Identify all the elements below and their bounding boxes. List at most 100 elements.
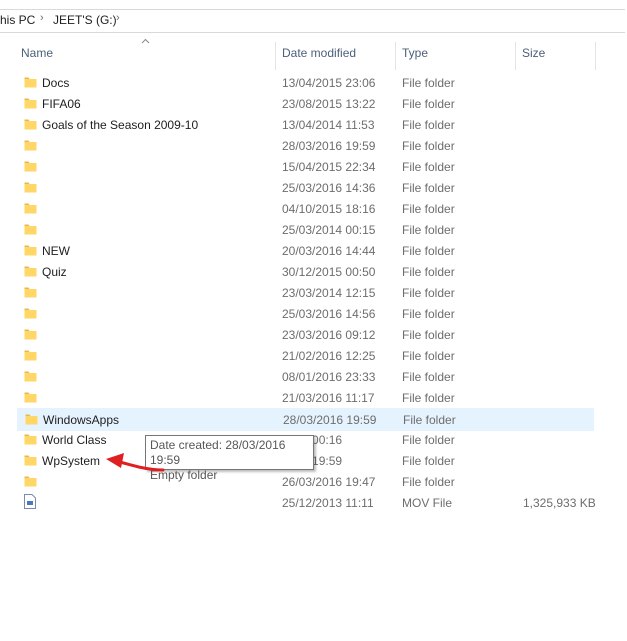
file-date-modified: 25/12/2013 11:11	[282, 496, 374, 510]
chevron-right-icon[interactable]: ›	[40, 12, 44, 24]
file-row[interactable]: FIFA06 23/08/2015 13:22 File folder	[17, 93, 592, 114]
folder-icon	[24, 203, 37, 214]
column-header-date-modified[interactable]: Date modified	[282, 46, 356, 60]
file-type: File folder	[402, 97, 455, 111]
file-date-modified: 25/03/2014 00:15	[282, 223, 376, 237]
file-name: FIFA06	[42, 97, 81, 111]
file-type: File folder	[402, 265, 455, 279]
column-header-type[interactable]: Type	[402, 46, 428, 60]
file-type: File folder	[402, 286, 455, 300]
file-date-modified: 23/08/2015 13:22	[282, 97, 376, 111]
file-type: File folder	[402, 223, 455, 237]
address-bar[interactable]: his PC › JEET'S (G:) ›	[0, 0, 627, 36]
file-name: Quiz	[42, 265, 67, 279]
red-arrow-annotation	[106, 453, 165, 472]
file-name: Docs	[42, 76, 70, 90]
file-row[interactable]: 23/03/2014 12:15 File folder	[17, 282, 592, 303]
file-name: WindowsApps	[43, 413, 120, 427]
breadcrumb-this-pc[interactable]: his PC	[0, 13, 35, 27]
file-row[interactable]: 15/04/2015 22:34 File folder	[17, 156, 592, 177]
folder-icon	[24, 308, 37, 319]
column-divider[interactable]	[515, 42, 516, 70]
file-row[interactable]: Goals of the Season 2009-10 13/04/2014 11…	[17, 114, 592, 135]
file-date-modified: 25/03/2016 14:36	[282, 181, 376, 195]
file-type: File folder	[402, 181, 455, 195]
file-date-modified: 15/04/2015 22:34	[282, 160, 376, 174]
file-type: File folder	[402, 160, 455, 174]
file-row[interactable]: 25/12/2013 11:11 MOV File 1,325,933 KB	[17, 492, 596, 513]
file-size: 1,325,933 KB	[523, 496, 596, 510]
folder-icon	[24, 455, 37, 466]
file-row[interactable]: 25/03/2014 00:15 File folder	[17, 219, 592, 240]
file-date-modified: 21/02/2016 12:25	[282, 349, 376, 363]
file-date-modified: 28/03/2016 19:59	[282, 139, 376, 153]
file-type: File folder	[402, 76, 455, 90]
file-row[interactable]: 25/03/2016 14:36 File folder	[17, 177, 592, 198]
file-type: File folder	[402, 349, 455, 363]
file-date-modified: 23/03/2014 12:15	[282, 286, 376, 300]
folder-icon	[24, 161, 37, 172]
column-header-size[interactable]: Size	[522, 46, 545, 60]
file-row[interactable]: WindowsApps 28/03/2016 19:59 File folder	[17, 408, 594, 431]
file-type: File folder	[402, 307, 455, 321]
file-row[interactable]: Docs 13/04/2015 23:06 File folder	[17, 72, 592, 93]
file-type: File folder	[402, 139, 455, 153]
file-row[interactable]: NEW 20/03/2016 14:44 File folder	[17, 240, 592, 261]
file-type: File folder	[402, 328, 455, 342]
file-date-modified: 21/03/2016 11:17	[282, 391, 375, 405]
file-row[interactable]: 28/03/2016 19:59 File folder	[17, 135, 592, 156]
file-date-modified: 08/01/2016 23:33	[282, 370, 376, 384]
mov-file-icon	[24, 494, 36, 509]
file-row[interactable]: 08/01/2016 23:33 File folder	[17, 366, 592, 387]
chevron-right-icon[interactable]: ›	[116, 12, 120, 24]
file-row[interactable]: 21/03/2016 11:17 File folder	[17, 387, 592, 408]
folder-icon	[24, 119, 37, 130]
folder-icon	[24, 434, 37, 445]
file-type: File folder	[402, 118, 455, 132]
file-type: File folder	[402, 475, 455, 489]
folder-icon	[24, 140, 37, 151]
file-name: WpSystem	[42, 454, 101, 468]
file-type: File folder	[403, 413, 456, 427]
file-date-modified: 20/03/2016 14:44	[282, 244, 376, 258]
column-divider[interactable]	[595, 42, 596, 70]
sort-ascending-icon	[141, 38, 150, 44]
file-date-modified: 30/12/2015 00:50	[282, 265, 376, 279]
folder-icon	[24, 350, 37, 361]
file-date-modified: 04/10/2015 18:16	[282, 202, 376, 216]
file-type: File folder	[402, 454, 455, 468]
file-date-modified: 13/04/2015 23:06	[282, 76, 376, 90]
column-divider[interactable]	[395, 42, 396, 70]
file-type: File folder	[402, 391, 455, 405]
folder-icon	[24, 371, 37, 382]
file-type: File folder	[402, 433, 455, 447]
file-type: File folder	[402, 244, 455, 258]
file-date-modified: 13/04/2014 11:53	[282, 118, 375, 132]
file-type: MOV File	[402, 496, 453, 510]
file-name: Goals of the Season 2009-10	[42, 118, 199, 132]
file-row[interactable]: 04/10/2015 18:16 File folder	[17, 198, 592, 219]
column-divider[interactable]	[275, 42, 276, 70]
folder-icon	[24, 182, 37, 193]
file-date-modified: 28/03/2016 19:59	[283, 413, 377, 427]
column-header: Name Date modified Type Size	[0, 36, 627, 70]
folder-icon	[24, 77, 37, 88]
tooltip: Date created: 28/03/2016 19:59 Empty fol…	[145, 435, 314, 482]
tooltip-empty-folder: Empty folder	[150, 468, 218, 482]
file-row[interactable]: Quiz 30/12/2015 00:50 File folder	[17, 261, 592, 282]
file-row[interactable]: 21/02/2016 12:25 File folder	[17, 345, 592, 366]
folder-icon	[24, 476, 37, 487]
breadcrumb-drive[interactable]: JEET'S (G:)	[53, 13, 117, 27]
folder-icon	[24, 224, 37, 235]
folder-icon	[24, 266, 37, 277]
file-name: NEW	[42, 244, 70, 258]
folder-icon	[24, 287, 37, 298]
column-header-name[interactable]: Name	[21, 46, 53, 60]
folder-icon	[24, 392, 37, 403]
file-row[interactable]: 23/03/2016 09:12 File folder	[17, 324, 592, 345]
folder-icon	[24, 245, 37, 256]
file-date-modified: 25/03/2016 14:56	[282, 307, 376, 321]
file-row[interactable]: 25/03/2016 14:56 File folder	[17, 303, 592, 324]
file-date-modified: 23/03/2016 09:12	[282, 328, 376, 342]
file-name: World Class	[42, 433, 107, 447]
